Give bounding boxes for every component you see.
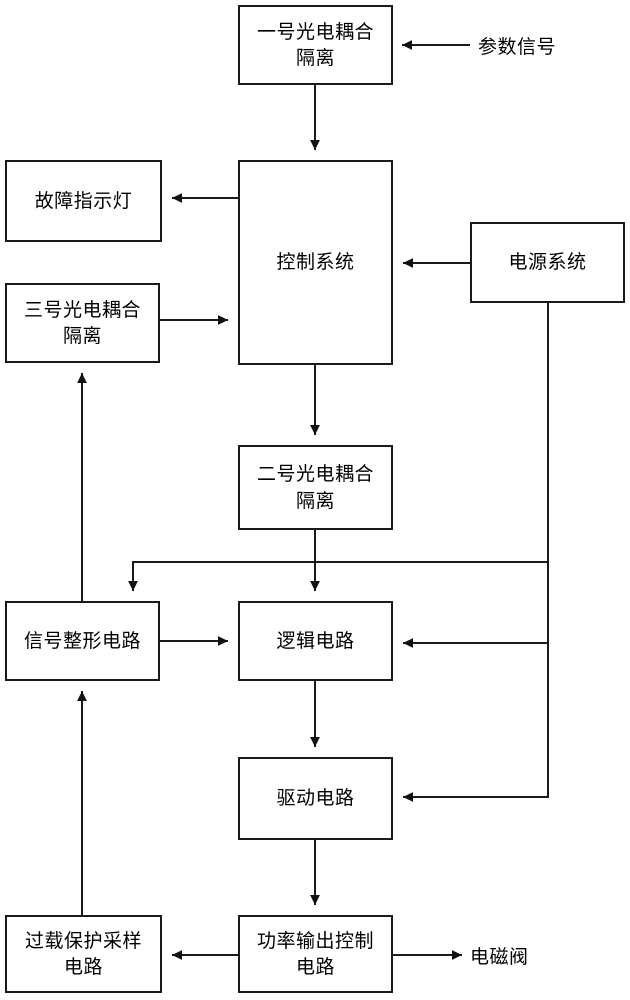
node-opto-isolation-3[interactable]: 三号光电耦合 隔离 — [5, 283, 160, 363]
label-solenoid-valve: 电磁阀 — [470, 946, 529, 968]
node-overload-protection-sampling-circuit[interactable]: 过载保护采样 电路 — [5, 915, 162, 993]
node-power-system[interactable]: 电源系统 — [470, 222, 625, 303]
node-power-system-label: 电源系统 — [508, 251, 587, 274]
node-signal-shaping-circuit-label: 信号整形电路 — [23, 629, 141, 652]
node-opto-isolation-1-label: 一号光电耦合 隔离 — [256, 20, 374, 69]
node-opto-isolation-2[interactable]: 二号光电耦合 隔离 — [238, 445, 393, 530]
node-driver-circuit-label: 驱动电路 — [276, 787, 355, 810]
node-opto-isolation-2-label: 二号光电耦合 隔离 — [256, 463, 374, 512]
node-logic-circuit-label: 逻辑电路 — [276, 629, 355, 652]
node-opto-isolation-3-label: 三号光电耦合 隔离 — [23, 298, 141, 347]
node-control-system[interactable]: 控制系统 — [238, 160, 393, 365]
wire-power-bus-to-driver — [403, 643, 550, 802]
node-driver-circuit[interactable]: 驱动电路 — [238, 757, 393, 840]
node-overload-protection-sampling-circuit-label: 过载保护采样 电路 — [24, 929, 142, 978]
node-opto-isolation-1[interactable]: 一号光电耦合 隔离 — [238, 5, 393, 85]
node-logic-circuit[interactable]: 逻辑电路 — [238, 601, 393, 681]
block-diagram-canvas: 一号光电耦合 隔离 故障指示灯 控制系统 电源系统 三号光电耦合 隔离 二号光电… — [0, 0, 630, 1000]
wire-power-bus-to-logic — [403, 562, 550, 648]
node-power-output-control-circuit[interactable]: 功率输出控制 电路 — [238, 915, 393, 993]
node-fault-indicator-lamp[interactable]: 故障指示灯 — [5, 160, 162, 242]
node-power-output-control-circuit-label: 功率输出控制 电路 — [256, 929, 374, 978]
node-control-system-label: 控制系统 — [276, 251, 355, 274]
label-parameter-signal: 参数信号 — [478, 36, 557, 58]
node-signal-shaping-circuit[interactable]: 信号整形电路 — [5, 601, 160, 681]
node-fault-indicator-lamp-label: 故障指示灯 — [34, 189, 133, 212]
